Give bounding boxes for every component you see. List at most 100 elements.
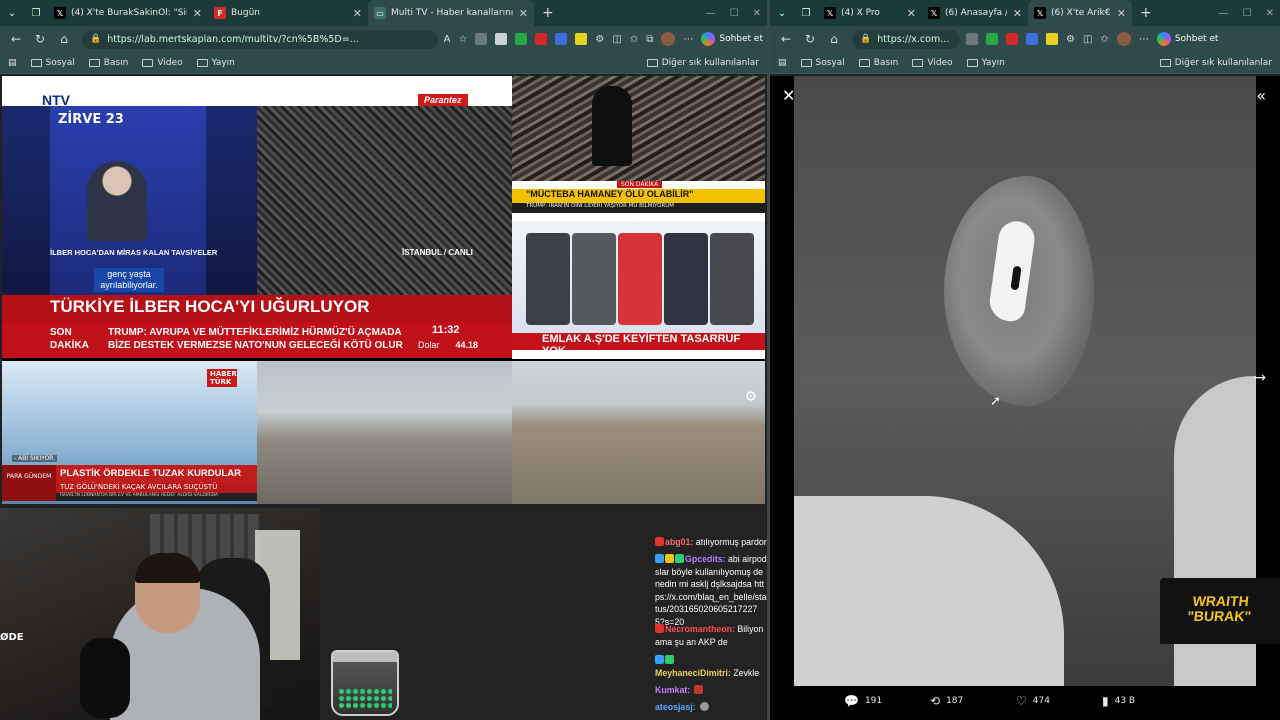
views-chart-icon: ▮ (1102, 694, 1109, 708)
close-tab-icon[interactable]: ✕ (353, 7, 362, 20)
new-tab-button[interactable]: + (1132, 5, 1160, 21)
extension-icon[interactable] (475, 33, 488, 45)
abi-caption: - ABİ SIKIYOR. (12, 455, 58, 462)
funeral-crowd-feed[interactable] (257, 106, 512, 296)
settings-gear-icon[interactable]: ⚙ (744, 389, 757, 405)
favorite-star-icon[interactable]: ☆ (458, 34, 467, 45)
chat-username: Kumkat: (655, 685, 691, 695)
bookmark-folder-yayin[interactable]: Yayın (966, 58, 1005, 68)
minimize-icon[interactable]: — (706, 8, 716, 19)
extensions-puzzle-icon[interactable]: ⚙ (595, 34, 604, 45)
chat-message (655, 654, 767, 667)
iran-crowd-feed[interactable] (512, 76, 765, 182)
cleric-figure (592, 86, 632, 166)
maximize-icon[interactable]: ☐ (730, 8, 739, 19)
extension-icon[interactable] (515, 33, 528, 45)
extension-icon[interactable] (966, 33, 978, 45)
tab-actions-icon[interactable]: ⌄ (0, 0, 24, 26)
profile-avatar[interactable] (1116, 32, 1131, 46)
haberturk-logo: HABER TÜRK (207, 369, 237, 387)
repost-button[interactable]: ⟲ 187 (930, 694, 963, 708)
close-tab-icon[interactable]: ✕ (519, 7, 528, 20)
split-screen-icon[interactable]: ◫ (612, 34, 621, 45)
heart-icon: ♡ (1016, 694, 1027, 708)
reload-icon[interactable]: ↻ (28, 32, 52, 46)
chat-message: Kumkat: (655, 684, 767, 697)
minimize-icon[interactable]: — (1219, 8, 1229, 19)
read-aloud-icon[interactable]: A (444, 34, 451, 45)
extension-icon[interactable] (986, 33, 998, 45)
workspaces-icon[interactable]: ❐ (24, 0, 48, 26)
new-tab-button[interactable]: + (534, 5, 562, 21)
url-field[interactable]: 🔒 https://lab.mertskaplan.com/multitv/?c… (82, 29, 438, 49)
bookmark-folder-sosyal[interactable]: Sosyal (30, 58, 75, 68)
sidebar-toggle-icon[interactable]: ▤ (8, 58, 17, 68)
copilot-button[interactable]: Sohbet et (1156, 32, 1218, 46)
tab-anasayfa[interactable]: 𝕏 (6) Anasayfa / X ✕ (922, 0, 1028, 26)
home-icon[interactable]: ⌂ (52, 32, 76, 46)
city-aerial-feed[interactable]: ⚙ (512, 361, 765, 504)
favorites-icon[interactable]: ✩ (630, 34, 638, 45)
workspaces-icon[interactable]: ❐ (794, 0, 818, 26)
url-field[interactable]: 🔒 https://x.com... (852, 29, 960, 49)
bookmark-folder-yayin[interactable]: Yayın (196, 58, 235, 68)
panelist (526, 233, 570, 325)
toolbar-extensions: A ☆ ⚙ ◫ ✩ ⧉ ⋯ (444, 32, 698, 46)
tab-bugun[interactable]: F Bugün ✕ (208, 0, 368, 26)
reply-button[interactable]: 💬 191 (844, 694, 882, 708)
collections-icon[interactable]: ⧉ (646, 34, 653, 45)
home-icon[interactable]: ⌂ (822, 32, 846, 46)
bookmark-folder-basin[interactable]: Basın (858, 58, 898, 68)
extensions-puzzle-icon[interactable]: ⚙ (1066, 34, 1075, 45)
more-menu-icon[interactable]: ⋯ (1139, 34, 1149, 45)
close-tab-icon[interactable]: ✕ (193, 7, 202, 20)
extension-icon[interactable] (575, 33, 588, 45)
close-tab-icon[interactable]: ✕ (907, 7, 916, 20)
more-menu-icon[interactable]: ⋯ (683, 34, 693, 45)
folder-icon (1159, 58, 1171, 67)
bookmark-folder-video[interactable]: Video (142, 58, 183, 68)
sidebar-toggle-icon[interactable]: ▤ (778, 58, 787, 68)
close-window-icon[interactable]: ✕ (753, 8, 761, 19)
bookmark-folder-basin[interactable]: Basın (88, 58, 128, 68)
like-button[interactable]: ♡ 474 (1016, 694, 1050, 708)
extension-icon[interactable] (1026, 33, 1038, 45)
panelist (710, 233, 754, 325)
bookmark-folder-sosyal[interactable]: Sosyal (800, 58, 845, 68)
extension-icon[interactable] (495, 33, 508, 45)
extension-icon[interactable] (1046, 33, 1058, 45)
close-tab-icon[interactable]: ✕ (1013, 7, 1022, 20)
views-button[interactable]: ▮ 43 B (1102, 694, 1135, 708)
other-bookmarks[interactable]: Diğer sık kullanılanlar (646, 58, 759, 68)
bookmarks-bar: ▤ Sosyal Basın Video Yayın Diğer sık kul… (0, 52, 767, 74)
reload-icon[interactable]: ↻ (798, 32, 822, 46)
extension-icon[interactable] (555, 33, 568, 45)
next-arrow-icon[interactable]: → (1254, 370, 1266, 386)
collapse-panel-icon[interactable]: « (1256, 86, 1266, 105)
back-icon[interactable]: ← (774, 32, 798, 46)
maximize-icon[interactable]: ☐ (1243, 8, 1252, 19)
close-window-icon[interactable]: ✕ (1266, 8, 1274, 19)
copilot-button[interactable]: Sohbet et (701, 32, 763, 46)
close-icon[interactable]: ✕ (782, 86, 795, 105)
tab-actions-icon[interactable]: ⌄ (770, 0, 794, 26)
emlak-headline: EMLAK A.Ş'DE KEYİFTEN TASARRUF YOK (512, 333, 765, 357)
back-icon[interactable]: ← (4, 32, 28, 46)
profile-avatar[interactable] (661, 32, 676, 46)
tuz-ticker: İSRAİL'İN LÜBNAN'DA BİR EV VE AMBULANSI … (56, 493, 258, 501)
split-screen-icon[interactable]: ◫ (1083, 34, 1092, 45)
son-dakika-banner: SON DAKİKA "MÜCTEBA HAMANEY ÖLÜ OLABİLİR… (512, 181, 765, 221)
extension-icon[interactable] (1006, 33, 1018, 45)
tab-x-post[interactable]: 𝕏 (6) X'te Arik€: "Thi... ✕ (1028, 0, 1132, 26)
tab-x-pro[interactable]: 𝕏 (4) X Pro ✕ (818, 0, 922, 26)
extension-icon[interactable] (535, 33, 548, 45)
microphone (80, 638, 130, 718)
bookmark-folder-video[interactable]: Video (912, 58, 953, 68)
close-tab-icon[interactable]: ✕ (1117, 7, 1126, 20)
tab-x-buraksakinol[interactable]: 𝕏 (4) X'te BurakSakinOl: "Sinners al... … (48, 0, 208, 26)
tab-multi-tv[interactable]: ▭ Multi TV - Haber kanallarını aynı a...… (368, 0, 534, 26)
other-bookmarks[interactable]: Diğer sık kullanılanlar (1159, 58, 1272, 68)
chat-message: ateosjasj: (655, 701, 767, 714)
city-skyline-feed[interactable] (257, 361, 512, 504)
favorites-icon[interactable]: ✩ (1100, 34, 1108, 45)
